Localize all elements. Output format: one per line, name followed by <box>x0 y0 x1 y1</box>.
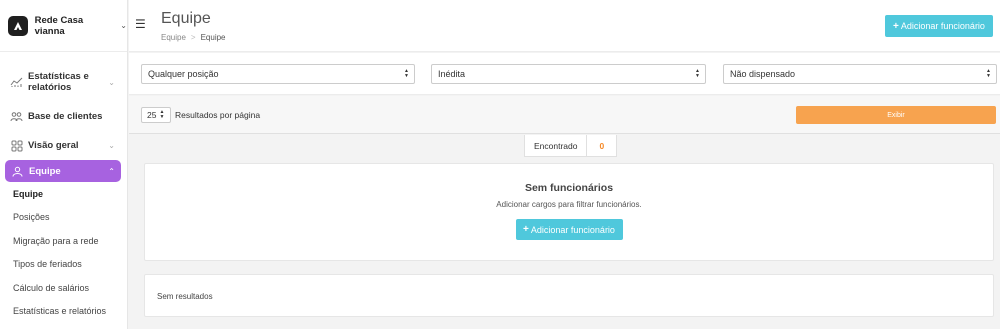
per-page-label: Resultados por página <box>175 110 261 120</box>
chevron-down-icon: ⌄ <box>120 21 127 30</box>
position-select-value: Qualquer posição <box>148 69 219 79</box>
sidebar-submenu: Equipe Posições Migração para a rede Tip… <box>0 182 127 323</box>
sidebar-item-overview[interactable]: Visão geral ⌄ <box>0 131 127 160</box>
status-select-value: Inédita <box>438 69 466 79</box>
dismissal-select[interactable]: Não dispensado ▲ ▼ <box>723 64 997 84</box>
plus-icon: + <box>523 224 529 235</box>
brand-logo-icon <box>8 15 28 36</box>
brand-name: Rede Casa vianna <box>34 14 84 37</box>
filter-bar: Qualquer posição ▲ ▼ Inédita ▲ ▼ Não dispe… <box>129 53 1000 95</box>
add-employee-button[interactable]: + Adicionar funcionário <box>515 219 623 240</box>
add-employee-button-label: Adicionar funcionário <box>900 21 985 31</box>
add-employee-button[interactable]: + Adicionar funcionário <box>885 15 993 37</box>
sidebar-item-statistics[interactable]: Estatísticas e relatórios ⌄ <box>0 62 127 102</box>
submenu-item-network-migration[interactable]: Migração para a rede <box>13 229 127 253</box>
submenu-item-team[interactable]: Equipe <box>13 182 127 206</box>
breadcrumb-parent[interactable]: Equipe <box>161 33 186 42</box>
grid-icon <box>10 139 23 152</box>
breadcrumb: Equipe > Equipe <box>161 33 226 42</box>
users-icon <box>10 110 23 123</box>
page-title: Equipe <box>161 10 211 27</box>
no-results-text: Sem resultados <box>157 292 213 301</box>
select-arrows-icon: ▲ ▼ <box>159 109 165 120</box>
empty-state-card: Sem funcionários Adicionar cargos para f… <box>144 163 994 261</box>
breadcrumb-separator: > <box>190 33 196 42</box>
select-arrows-icon: ▲ ▼ <box>695 68 700 79</box>
status-select[interactable]: Inédita ▲ ▼ <box>431 64 706 84</box>
results-bar: 25 ▲ ▼ Resultados por página Exibir <box>129 96 1000 134</box>
per-page-control: 25 ▲ ▼ Resultados por página <box>141 107 260 123</box>
sidebar-nav: Estatísticas e relatórios ⌄ Base de clie… <box>0 62 127 323</box>
add-employee-button-label: Adicionar funcionário <box>530 224 615 235</box>
select-arrows-icon: ▲ ▼ <box>986 68 991 79</box>
per-page-value: 25 <box>147 110 157 120</box>
breadcrumb-current: Equipe <box>200 33 226 42</box>
sidebar-item-customers[interactable]: Base de clientes <box>0 102 127 131</box>
empty-state-title: Sem funcionários <box>524 182 614 194</box>
plus-icon: + <box>893 20 899 32</box>
person-icon <box>11 165 24 178</box>
chevron-down-icon: ⌄ <box>108 141 115 150</box>
dismissal-select-value: Não dispensado <box>730 69 796 79</box>
empty-state-subtitle: Adicionar cargos para filtrar funcionári… <box>496 200 642 209</box>
show-button[interactable]: Exibir <box>796 106 996 124</box>
chevron-up-icon: ⌃ <box>108 166 115 176</box>
sidebar: Rede Casa vianna ⌄ Estatísticas e relató… <box>0 0 128 329</box>
chevron-down-icon: ⌄ <box>108 77 115 87</box>
submenu-item-statistics-reports[interactable]: Estatísticas e relatórios <box>13 300 127 324</box>
found-count: 0 <box>599 140 605 151</box>
per-page-select[interactable]: 25 ▲ ▼ <box>141 107 171 123</box>
found-label: Encontrado <box>525 135 588 156</box>
select-arrows-icon: ▲ ▼ <box>404 68 409 79</box>
submenu-item-salary-calculation[interactable]: Cálculo de salários <box>13 276 127 300</box>
position-select[interactable]: Qualquer posição ▲ ▼ <box>141 64 415 84</box>
submenu-item-positions[interactable]: Posições <box>13 206 127 230</box>
submenu-item-holiday-types[interactable]: Tipos de feriados <box>13 253 127 277</box>
found-tab: Encontrado 0 <box>524 135 618 157</box>
sidebar-item-team[interactable]: Equipe ⌃ <box>5 160 121 182</box>
no-results-card: Sem resultados <box>144 274 994 317</box>
sidebar-item-label: Equipe <box>29 165 61 177</box>
chart-icon <box>10 76 23 89</box>
sidebar-item-label: Base de clientes <box>28 111 103 122</box>
page-header: ☰ Equipe Equipe > Equipe + Adicionar funci… <box>129 0 1000 52</box>
hamburger-menu-icon[interactable]: ☰ <box>135 17 146 31</box>
brand-switcher[interactable]: Rede Casa vianna ⌄ <box>0 0 127 52</box>
sidebar-item-label: Visão geral <box>28 140 79 151</box>
